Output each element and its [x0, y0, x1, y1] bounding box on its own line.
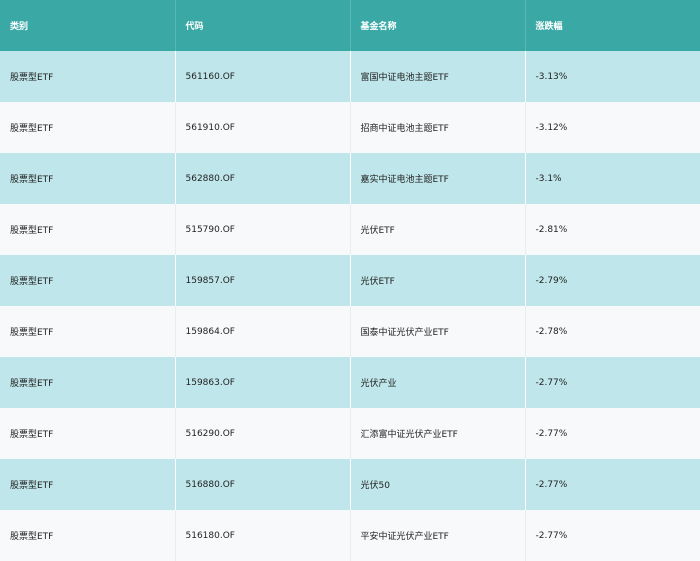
cell-category: 股票型ETF: [0, 255, 176, 306]
table-row[interactable]: 股票型ETF 561160.OF 富国中证电池主题ETF -3.13%: [0, 51, 700, 102]
cell-fund-name: 光伏ETF: [350, 204, 526, 255]
cell-code: 562880.OF: [175, 153, 351, 204]
cell-fund-name: 光伏产业: [350, 357, 526, 408]
cell-code: 561910.OF: [175, 102, 351, 153]
table-row[interactable]: 股票型ETF 159863.OF 光伏产业 -2.77%: [0, 357, 700, 408]
table-header: 类别 代码 基金名称 涨跌幅: [0, 0, 700, 51]
table-row[interactable]: 股票型ETF 516880.OF 光伏50 -2.77%: [0, 459, 700, 510]
cell-code: 516180.OF: [175, 510, 351, 561]
table-row[interactable]: 股票型ETF 561910.OF 招商中证电池主题ETF -3.12%: [0, 102, 700, 153]
cell-category: 股票型ETF: [0, 51, 176, 102]
table-row[interactable]: 股票型ETF 516180.OF 平安中证光伏产业ETF -2.77%: [0, 510, 700, 561]
cell-category: 股票型ETF: [0, 357, 176, 408]
cell-change-pct: -2.79%: [535, 275, 568, 286]
cell-fund-name: 光伏ETF: [350, 255, 526, 306]
fund-table: 类别 代码 基金名称 涨跌幅 股票型ETF 561160.OF 富国中证电池主题ET…: [0, 0, 700, 561]
table-row[interactable]: 股票型ETF 515790.OF 光伏ETF -2.81%: [0, 204, 700, 255]
cell-category: 股票型ETF: [0, 510, 176, 561]
cell-code: 159857.OF: [175, 255, 351, 306]
header-fund-name[interactable]: 基金名称: [350, 0, 526, 51]
cell-change-pct: -3.12%: [525, 102, 700, 153]
cell-code: 159864.OF: [175, 306, 351, 357]
cell-fund-name: 光伏50: [350, 459, 526, 510]
cell-change-pct: -3.13%: [535, 71, 568, 82]
table-row[interactable]: 股票型ETF 516290.OF 汇添富中证光伏产业ETF -2.77%: [0, 408, 700, 459]
table-row[interactable]: 股票型ETF 159864.OF 国泰中证光伏产业ETF -2.78%: [0, 306, 700, 357]
cell-code: 159863.OF: [175, 357, 351, 408]
cell-fund-name: 嘉实中证电池主题ETF: [350, 153, 526, 204]
cell-category: 股票型ETF: [0, 459, 176, 510]
cell-fund-name: 国泰中证光伏产业ETF: [350, 306, 526, 357]
cell-change-pct: -2.78%: [525, 306, 700, 357]
cell-fund-name: 平安中证光伏产业ETF: [350, 510, 526, 561]
cell-change-pct: -2.77%: [525, 408, 700, 459]
cell-code: 516290.OF: [175, 408, 351, 459]
cell-code: 515790.OF: [175, 204, 351, 255]
cell-fund-name: 汇添富中证光伏产业ETF: [350, 408, 526, 459]
header-code[interactable]: 代码: [175, 0, 351, 51]
header-category[interactable]: 类别: [0, 0, 176, 51]
cell-category: 股票型ETF: [0, 306, 176, 357]
cell-change-pct: -2.81%: [525, 204, 700, 255]
cell-fund-name: 富国中证电池主题ETF: [350, 51, 526, 102]
cell-code: 516880.OF: [175, 459, 351, 510]
cell-change-pct: -2.77%: [535, 377, 568, 388]
table-row[interactable]: 股票型ETF 562880.OF 嘉实中证电池主题ETF -3.1%: [0, 153, 700, 204]
cell-category: 股票型ETF: [0, 102, 176, 153]
table-body: 股票型ETF 561160.OF 富国中证电池主题ETF -3.13% 股票型ETF 56…: [0, 51, 700, 561]
header-row: 类别 代码 基金名称 涨跌幅: [0, 0, 700, 51]
cell-category: 股票型ETF: [0, 408, 176, 459]
cell-change-pct: -3.1%: [535, 173, 562, 184]
table-row[interactable]: 股票型ETF 159857.OF 光伏ETF -2.79%: [0, 255, 700, 306]
cell-category: 股票型ETF: [0, 204, 176, 255]
header-change-pct[interactable]: 涨跌幅: [525, 0, 700, 51]
cell-change-pct: -2.77%: [525, 510, 700, 561]
cell-change-pct: -2.77%: [535, 479, 568, 490]
cell-code: 561160.OF: [175, 51, 351, 102]
cell-fund-name: 招商中证电池主题ETF: [350, 102, 526, 153]
cell-category: 股票型ETF: [0, 153, 176, 204]
